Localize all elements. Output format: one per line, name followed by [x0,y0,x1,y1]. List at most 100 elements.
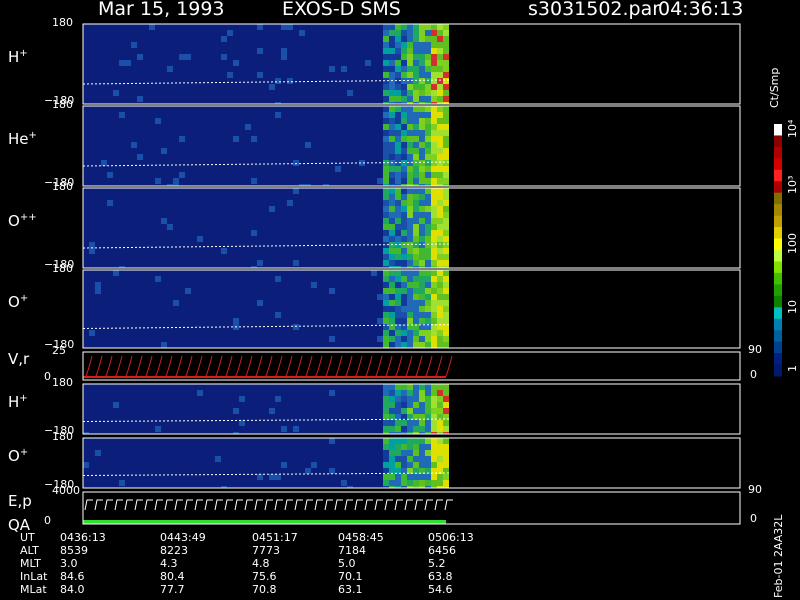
spectrogram-cell [437,396,443,402]
spectrogram-cell [431,230,437,236]
spectrogram-cell [125,42,131,48]
spectrogram-cell [197,130,203,136]
spectrogram-cell [179,194,185,200]
spectrogram-cell [209,260,215,266]
species-charge-sup: + [19,293,29,304]
spectrogram-cell [413,306,419,312]
spectrogram-cell [239,276,245,282]
spectrogram-cell [137,90,143,96]
spectrogram-cell [293,312,299,318]
spectrogram-cell [179,330,185,336]
spectrogram-cell [335,84,341,90]
spectrogram-cell [245,218,251,224]
spectrogram-cell [281,130,287,136]
spectrogram-cell [407,72,413,78]
spectrogram-cell [275,396,281,402]
spectrogram-cell [173,254,179,260]
spectrogram-cell [161,66,167,72]
spectrogram-cell [287,206,293,212]
spectrogram-cell [371,384,377,390]
spectrogram-cell [359,118,365,124]
spectrogram-cell [203,480,209,486]
spectrogram-cell [131,42,137,48]
spectrogram-cell [353,468,359,474]
spectrogram-cell [155,390,161,396]
spectrogram-cell [137,456,143,462]
spectrogram-cell [245,384,251,390]
spectrogram-cell [269,218,275,224]
spectrogram-cell [275,420,281,426]
spectrogram-cell [155,408,161,414]
spectrogram-cell [377,130,383,136]
spectrogram-cell [395,342,401,348]
spectrogram-cell [197,112,203,118]
spectrogram-cell [305,136,311,142]
spectrogram-cell [317,330,323,336]
spectrogram-cell [143,96,149,102]
spectrogram-cell [443,206,449,212]
spectrogram-cell [113,336,119,342]
spectrogram-cell [413,148,419,154]
spectrogram-cell [257,242,263,248]
spectrogram-cell [299,72,305,78]
spectrogram-cell [113,402,119,408]
spectrogram-cell [299,468,305,474]
spectrogram-cell [407,124,413,130]
spectrogram-cell [383,402,389,408]
spectrogram-cell [323,260,329,266]
spectrogram-cell [281,236,287,242]
spectrogram-cell [413,230,419,236]
spectrogram-cell [371,288,377,294]
spectrogram-cell [113,318,119,324]
spectrogram-cell [173,276,179,282]
spectrogram-cell [275,230,281,236]
spectrogram-cell [377,206,383,212]
panel-species-label: V,r [8,350,30,368]
spectrogram-cell [395,172,401,178]
spectrogram-cell [389,474,395,480]
spectrogram-cell [317,154,323,160]
spectrogram-cell [365,106,371,112]
spectrogram-cell [233,154,239,160]
spectrogram-cell [239,254,245,260]
spectrogram-cell [143,260,149,266]
spectrogram-cell [125,200,131,206]
spectrogram-cell [203,306,209,312]
spectrogram-cell [95,300,101,306]
spectrogram-cell [131,306,137,312]
spectrogram-cell [311,130,317,136]
spectrogram-cell [275,342,281,348]
spectrogram-cell [221,142,227,148]
spectrogram-cell [113,414,119,420]
spectrogram-cell [203,66,209,72]
spectrogram-cell [383,456,389,462]
spectrogram-cell [341,254,347,260]
spectrogram-cell [143,206,149,212]
spectrogram-cell [383,96,389,102]
spectrogram-cell [245,96,251,102]
spectrogram-cell [431,124,437,130]
spectrogram-cell [149,66,155,72]
ephemeris-value: 0436:13 [60,531,106,544]
spectrogram-cell [161,130,167,136]
spectrogram-cell [407,84,413,90]
spectrogram-cell [155,480,161,486]
spectrogram-cell [281,78,287,84]
spectrogram-cell [407,118,413,124]
spectrogram-cell [137,148,143,154]
spectrogram-cell [263,330,269,336]
spectrogram-cell [383,260,389,266]
spectrogram-cell [101,124,107,130]
spectrogram-cell [257,130,263,136]
spectrogram-cell [389,384,395,390]
spectrogram-cell [287,408,293,414]
spectrogram-cell [149,194,155,200]
spectrogram-cell [257,148,263,154]
spectrogram-cell [257,480,263,486]
spectrogram-cell [239,136,245,142]
spectrogram-cell [89,78,95,84]
spectrogram-cell [437,118,443,124]
spectrogram-cell [215,224,221,230]
spectrogram-cell [437,96,443,102]
spectrogram-cell [353,282,359,288]
